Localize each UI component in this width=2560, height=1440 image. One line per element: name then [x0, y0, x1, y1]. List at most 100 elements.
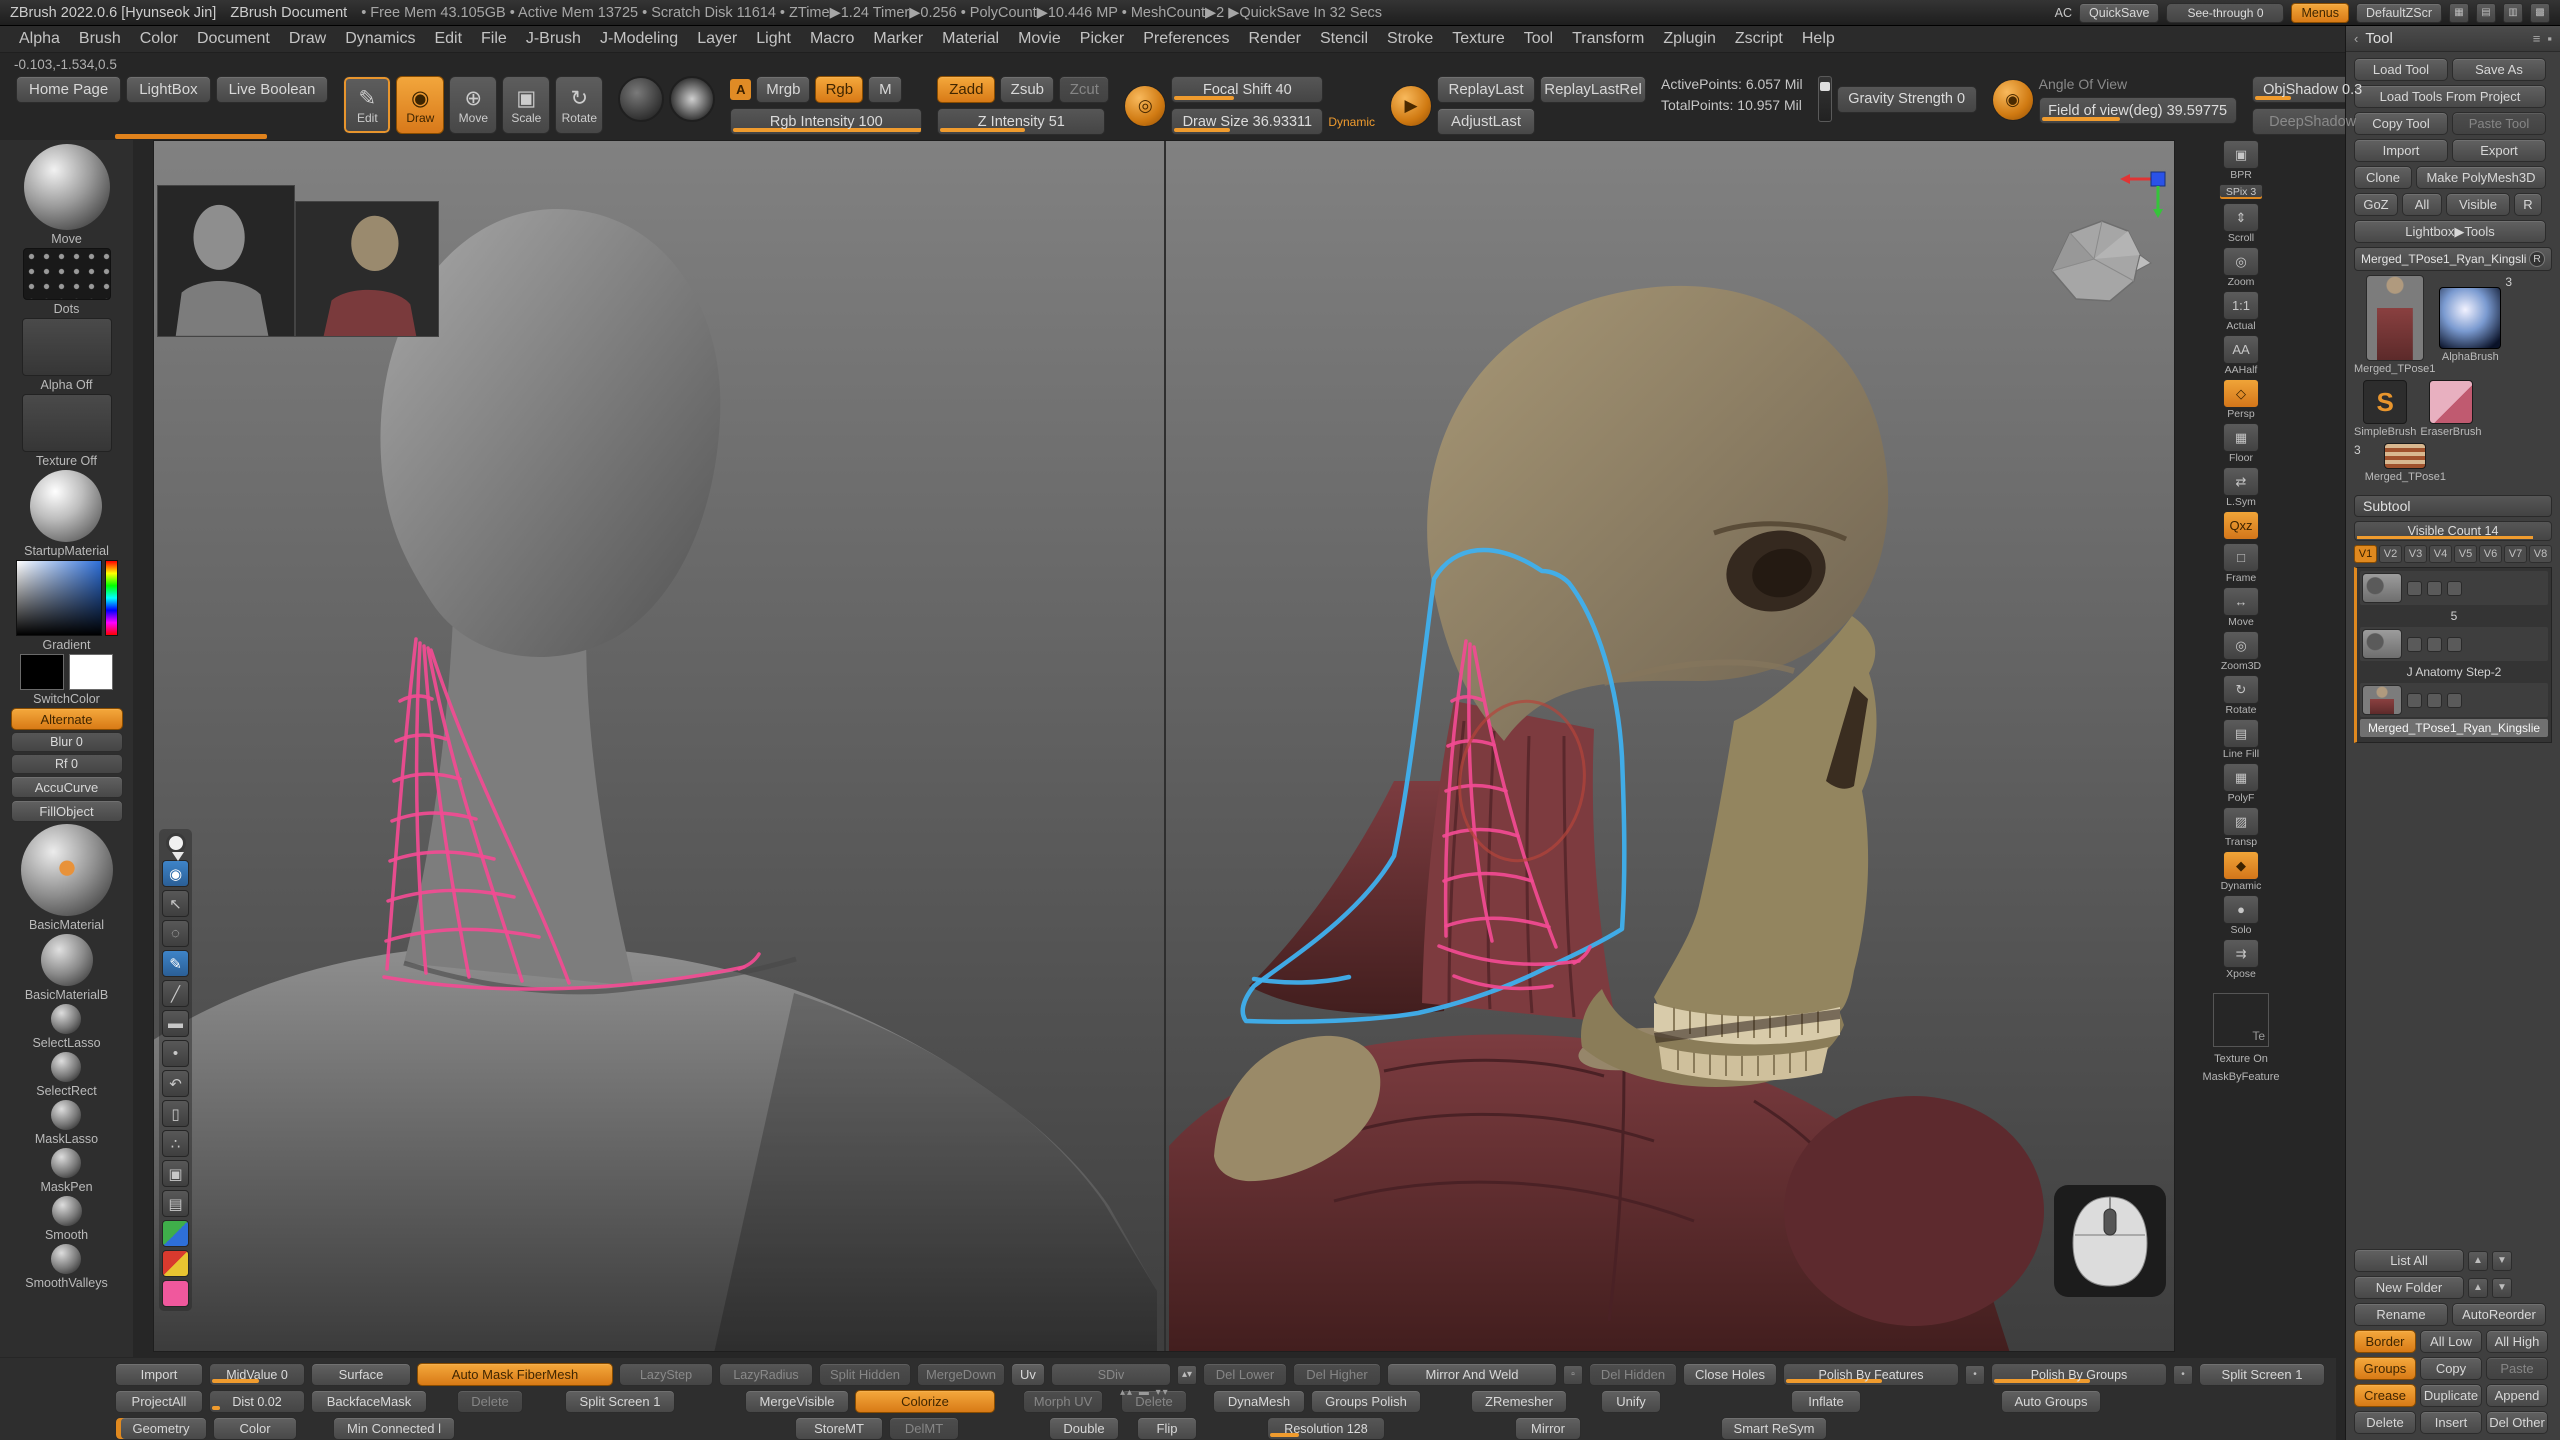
- zoom-button[interactable]: ◎Zoom: [2223, 247, 2259, 288]
- panel-pin-icon[interactable]: ▪: [2547, 31, 2552, 46]
- scale-mode-button[interactable]: ▣Scale: [502, 76, 550, 134]
- goz-all-button[interactable]: All: [2402, 193, 2442, 216]
- layout-grid-icon[interactable]: ▦: [2449, 3, 2469, 23]
- list-all-button[interactable]: List All: [2354, 1249, 2464, 1272]
- thumbnail-grey-figure[interactable]: [157, 185, 295, 337]
- panel-menu-icon[interactable]: ≡: [2533, 31, 2541, 46]
- menu-color[interactable]: Color: [131, 27, 187, 51]
- subtool-toggle-icon[interactable]: [2427, 693, 2442, 708]
- copy-subtool-button[interactable]: Copy: [2420, 1357, 2482, 1380]
- switch-color[interactable]: SwitchColor: [20, 654, 113, 706]
- import-tool-button[interactable]: Import: [2354, 139, 2448, 162]
- location-pin-icon[interactable]: [166, 833, 186, 853]
- menu-transform[interactable]: Transform: [1563, 27, 1653, 51]
- move-canvas-button[interactable]: ↔Move: [2223, 587, 2259, 628]
- polish-by-groups-slider[interactable]: Polish By Groups: [1991, 1363, 2167, 1386]
- texture-preview-box[interactable]: Te: [2213, 993, 2269, 1047]
- menu-stencil[interactable]: Stencil: [1311, 27, 1377, 51]
- solo-button[interactable]: ●Solo: [2223, 895, 2259, 936]
- goz-button[interactable]: GoZ: [2354, 193, 2398, 216]
- subtool-count-label[interactable]: 5: [2360, 607, 2548, 625]
- floor-grid-button[interactable]: ▦Floor: [2223, 423, 2259, 464]
- tab-v5[interactable]: V5: [2454, 545, 2477, 563]
- rf-slider[interactable]: Rf 0: [11, 754, 123, 774]
- save-as-button[interactable]: Save As: [2452, 58, 2546, 81]
- smart-resym-button[interactable]: Smart ReSym: [1721, 1417, 1827, 1440]
- see-through-slider[interactable]: See-through 0: [2166, 3, 2284, 23]
- aahalf-button[interactable]: AAAAHalf: [2223, 335, 2259, 376]
- select-lasso-brush[interactable]: SelectLasso: [32, 1004, 100, 1050]
- qxz-symmetry-button[interactable]: Qxz: [2223, 511, 2259, 540]
- alpha-dial[interactable]: [669, 76, 715, 122]
- stroke-dial[interactable]: [618, 76, 664, 122]
- tab-v3[interactable]: V3: [2404, 545, 2427, 563]
- inflate-button[interactable]: Inflate: [1791, 1390, 1861, 1413]
- mask-lasso-brush[interactable]: MaskLasso: [35, 1100, 98, 1146]
- marker-pen-icon[interactable]: ✎: [162, 950, 189, 977]
- menu-preferences[interactable]: Preferences: [1134, 27, 1238, 51]
- del-other-button[interactable]: Del Other: [2486, 1411, 2548, 1434]
- subtool-row-3[interactable]: [2360, 683, 2548, 717]
- menu-marker[interactable]: Marker: [864, 27, 932, 51]
- gravity-strength-slider[interactable]: Gravity Strength 0: [1837, 86, 1977, 113]
- goz-r-button[interactable]: R: [2514, 193, 2542, 216]
- mirror-button[interactable]: Mirror: [1515, 1417, 1581, 1440]
- export-tool-button[interactable]: Export: [2452, 139, 2546, 162]
- trash-icon[interactable]: ▯: [162, 1100, 189, 1127]
- tab-v4[interactable]: V4: [2429, 545, 2452, 563]
- color-section-button[interactable]: Color: [213, 1417, 297, 1440]
- flip-button[interactable]: Flip: [1137, 1417, 1197, 1440]
- knife-icon[interactable]: ╱: [162, 980, 189, 1007]
- polyframe-button[interactable]: ▦PolyF: [2223, 763, 2259, 804]
- scroll-button[interactable]: ⇕Scroll: [2223, 203, 2259, 244]
- surface-button[interactable]: Surface: [311, 1363, 411, 1386]
- dot-brush-icon[interactable]: •: [162, 1040, 189, 1067]
- auto-mask-fibermesh-button[interactable]: Auto Mask FiberMesh: [417, 1363, 613, 1386]
- menu-tool[interactable]: Tool: [1515, 27, 1562, 51]
- subtool-folder-label[interactable]: J Anatomy Step-2: [2360, 663, 2548, 681]
- view-orb-icon[interactable]: ◉: [1992, 79, 2034, 121]
- subtool-toggle-icon[interactable]: [2407, 581, 2422, 596]
- uv-button[interactable]: Uv: [1011, 1363, 1045, 1386]
- brush-orb-icon[interactable]: ◎: [1124, 85, 1166, 127]
- alternate-button[interactable]: Alternate: [11, 708, 123, 730]
- gravity-gauge[interactable]: [1818, 76, 1832, 122]
- merge-down-button[interactable]: MergeDown: [917, 1363, 1005, 1386]
- panel-collapse-icon[interactable]: ‹: [2354, 31, 2358, 46]
- rotate-canvas-button[interactable]: ↻Rotate: [2223, 675, 2259, 716]
- texture-preview-off[interactable]: Texture Off: [22, 394, 112, 468]
- subtool-section-header[interactable]: Subtool: [2354, 495, 2552, 517]
- all-low-button[interactable]: All Low: [2420, 1330, 2482, 1353]
- split-screen-2-button[interactable]: Split Screen 1: [565, 1390, 675, 1413]
- geometry-section-button[interactable]: Geometry: [115, 1417, 207, 1440]
- menu-draw[interactable]: Draw: [280, 27, 335, 51]
- split-hidden-button[interactable]: Split Hidden: [819, 1363, 911, 1386]
- current-tool-r-badge[interactable]: R: [2529, 251, 2545, 267]
- rgb-intensity-slider[interactable]: Rgb Intensity 100: [730, 108, 922, 135]
- folder-up-icon[interactable]: ▲: [2468, 1278, 2488, 1298]
- saturation-square[interactable]: [16, 560, 102, 636]
- hue-bar[interactable]: [105, 560, 118, 636]
- menu-j-brush[interactable]: J-Brush: [517, 27, 590, 51]
- subtool-toggle-icon[interactable]: [2447, 693, 2462, 708]
- menu-material[interactable]: Material: [933, 27, 1008, 51]
- groups-polish-button[interactable]: Groups Polish: [1311, 1390, 1421, 1413]
- del-higher-button[interactable]: Del Higher: [1293, 1363, 1381, 1386]
- folder-down-icon[interactable]: ▼: [2492, 1278, 2512, 1298]
- simplebrush-thumb[interactable]: SSimpleBrush: [2354, 380, 2416, 438]
- del-mt-button[interactable]: DelMT: [889, 1417, 959, 1440]
- subtool-toggle-icon[interactable]: [2447, 581, 2462, 596]
- replay-last-rel-button[interactable]: ReplayLastRel: [1540, 76, 1646, 103]
- z-intensity-slider[interactable]: Z Intensity 51: [937, 108, 1105, 135]
- menu-stroke[interactable]: Stroke: [1378, 27, 1442, 51]
- insert-button[interactable]: Insert: [2420, 1411, 2482, 1434]
- dist-slider[interactable]: Dist 0.02: [209, 1390, 305, 1413]
- replay-last-button[interactable]: ReplayLast: [1437, 76, 1535, 103]
- live-boolean-button[interactable]: Live Boolean: [216, 76, 329, 103]
- ruler-icon[interactable]: ▬: [162, 1010, 189, 1037]
- subtool-tab-v1[interactable]: V1: [2354, 545, 2377, 563]
- menu-zplugin[interactable]: Zplugin: [1654, 27, 1724, 51]
- mirror-and-weld-button[interactable]: Mirror And Weld: [1387, 1363, 1557, 1386]
- min-connected-button[interactable]: Min Connected l: [333, 1417, 455, 1440]
- copy-image-icon[interactable]: ▣: [162, 1160, 189, 1187]
